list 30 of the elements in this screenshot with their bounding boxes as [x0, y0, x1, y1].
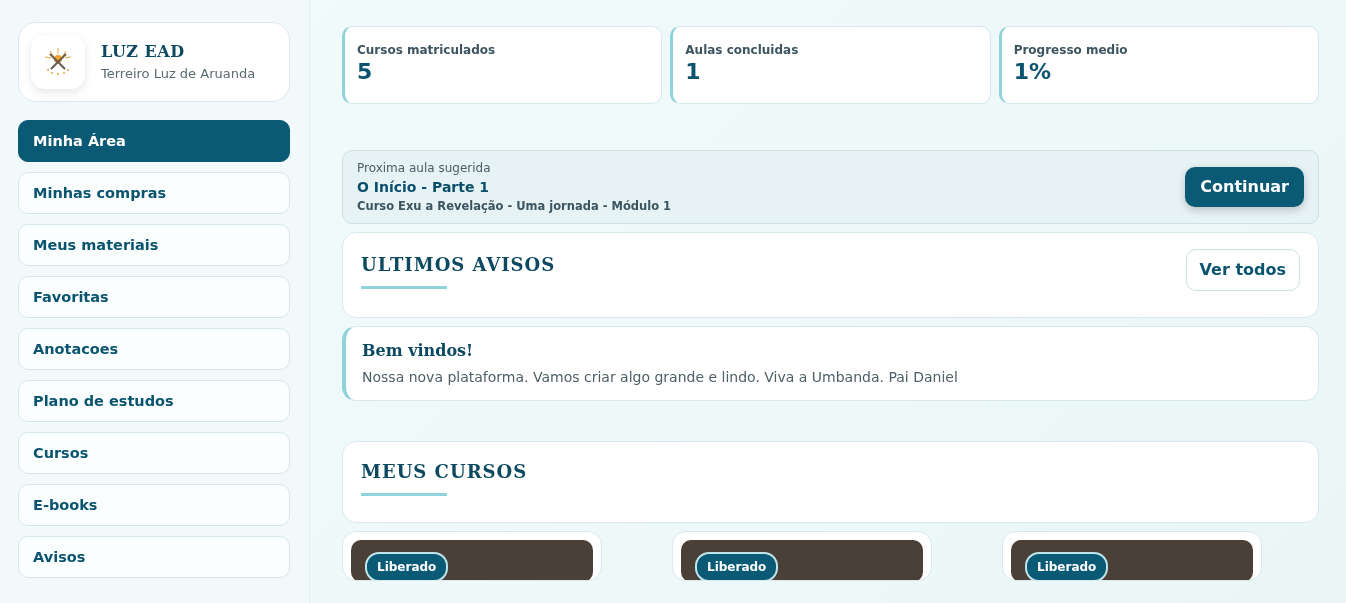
stat-label: Progresso medio: [1013, 42, 1129, 59]
lesson-course: Curso Exu a Revelação - Uma jornada - Módulo 1: [357, 198, 672, 215]
sidebar-item[interactable]: Minhas compras: [18, 172, 290, 214]
crossed-axes-sun-icon: [42, 46, 74, 78]
notice-title: Bem vindos!: [362, 340, 475, 363]
status-badge: Liberado: [1025, 552, 1109, 581]
sidebar-item[interactable]: E-books: [18, 484, 290, 526]
sidebar-item[interactable]: Meus materiais: [18, 224, 290, 266]
sidebar-item[interactable]: Avisos: [18, 536, 290, 578]
see-all-button[interactable]: Ver todos: [1185, 249, 1300, 292]
stat-value: 1: [685, 59, 702, 86]
notice-text: Nossa nova plataforma. Vamos criar algo grande e lindo. Viva a Umbanda. Pai Daniel: [362, 368, 959, 388]
stat-label: Aulas concluidas: [685, 42, 800, 59]
stat-value: 1%: [1013, 59, 1052, 86]
stat-value: 5: [357, 59, 374, 86]
continue-button[interactable]: Continuar: [1185, 167, 1304, 208]
section-title: MEUS CURSOS: [361, 460, 529, 485]
stat-label: Cursos matriculados: [357, 42, 497, 59]
status-badge: Liberado: [365, 552, 449, 581]
sidebar-item[interactable]: Anotacoes: [18, 328, 290, 370]
section-title: ULTIMOS AVISOS: [361, 253, 556, 278]
brand-title: LUZ EAD: [101, 41, 186, 64]
sidebar-item[interactable]: Minha Área: [18, 120, 290, 162]
brand-subtitle: Terreiro Luz de Aruanda: [101, 65, 256, 84]
lesson-title: O Início - Parte 1: [357, 178, 491, 197]
sidebar-item[interactable]: Favoritas: [18, 276, 290, 318]
sidebar-item[interactable]: Cursos: [18, 432, 290, 474]
lesson-caption: Proxima aula sugerida: [357, 160, 492, 177]
sidebar-item[interactable]: Plano de estudos: [18, 380, 290, 422]
status-badge: Liberado: [695, 552, 779, 581]
